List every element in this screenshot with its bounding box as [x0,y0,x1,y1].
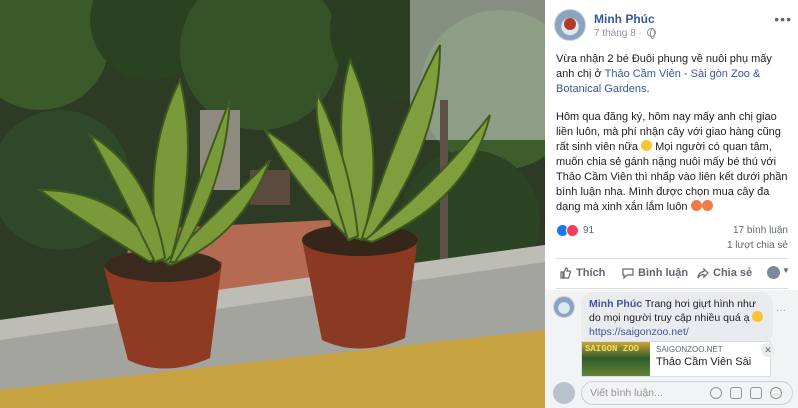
post-paragraph-1: Vừa nhận 2 bé Đuôi phụng về nuôi phụ mấy… [556,52,788,97]
reaction-count[interactable]: 91 [583,225,594,236]
love-reaction-icon[interactable] [566,224,579,237]
comment-link[interactable]: https://saigonzoo.net/ [589,326,689,338]
post-actions: Thích Bình luận Chia sẻ ▼ [556,261,792,287]
post-date-text[interactable]: 7 tháng 8 · [594,28,642,39]
link-preview-title: Thảo Cầm Viên Sài [656,356,752,368]
link-preview[interactable]: SAIGON ZOO SAIGONZOO.NET Thảo Cầm Viên S… [581,341,771,377]
comment-composer[interactable] [581,381,793,405]
camera-icon[interactable] [730,387,742,399]
chevron-down-icon[interactable]: ▼ [782,266,790,275]
gif-icon[interactable] [750,387,762,399]
divider [556,258,788,259]
reaction-stats: 91 17 bình luận 1 lượt chia sẻ [556,222,788,254]
comment-count[interactable]: 17 bình luận [733,225,788,236]
share-button[interactable]: Chia sẻ [697,267,752,279]
heart-eyes-emoji-icon [701,200,713,211]
like-label: Thích [576,267,606,279]
emoji-icon [752,311,764,322]
share-icon [697,267,709,279]
plants-photo-illustration [0,0,545,408]
divider [556,288,788,289]
comment-options-icon[interactable]: ··· [776,305,786,316]
post-header: Minh Phúc 7 tháng 8 · ••• [554,9,794,43]
post-photo[interactable] [0,0,545,408]
heart-eyes-emoji-icon [690,200,702,211]
comment-bubble: Minh Phúc Trang hơi giựt hình như do mọi… [581,292,773,344]
commenter-name[interactable]: Minh Phúc [589,298,642,310]
preview-image-text: SAIGON ZOO [585,344,640,354]
link-preview-image: SAIGON ZOO [582,342,650,376]
globe-icon [646,28,656,39]
comment-button[interactable]: Bình luận [622,267,688,279]
paragraph-1-end: . [646,83,650,95]
author-name[interactable]: Minh Phúc [594,12,655,26]
post-side-panel: Minh Phúc 7 tháng 8 · ••• Vừa nhận 2 bé … [545,0,798,408]
share-count[interactable]: 1 lượt chia sẻ [727,240,788,251]
emoji-picker-icon[interactable] [710,387,722,399]
sticker-icon[interactable] [770,387,782,399]
comment-label: Bình luận [638,267,689,279]
post-date[interactable]: 7 tháng 8 · [594,28,656,39]
post-body: Vừa nhận 2 bé Đuôi phụng về nuôi phụ mấy… [556,52,788,228]
share-label: Chia sẻ [713,267,753,279]
commenter-avatar[interactable] [553,296,575,318]
close-icon[interactable]: ✕ [761,343,775,357]
author-avatar[interactable] [554,9,586,41]
like-button[interactable]: Thích [560,267,605,279]
more-options-icon[interactable]: ••• [774,11,792,27]
thumbs-up-icon [560,267,572,279]
link-preview-domain: SAIGONZOO.NET [656,345,723,354]
audience-avatar[interactable] [767,266,780,279]
comment-input[interactable] [590,385,700,401]
post-paragraph-2: Hôm qua đăng ký, hôm nay mấy anh chị gia… [556,110,788,215]
current-user-avatar [553,382,575,404]
comment-icon [622,268,634,279]
smile-emoji-icon [641,140,653,151]
